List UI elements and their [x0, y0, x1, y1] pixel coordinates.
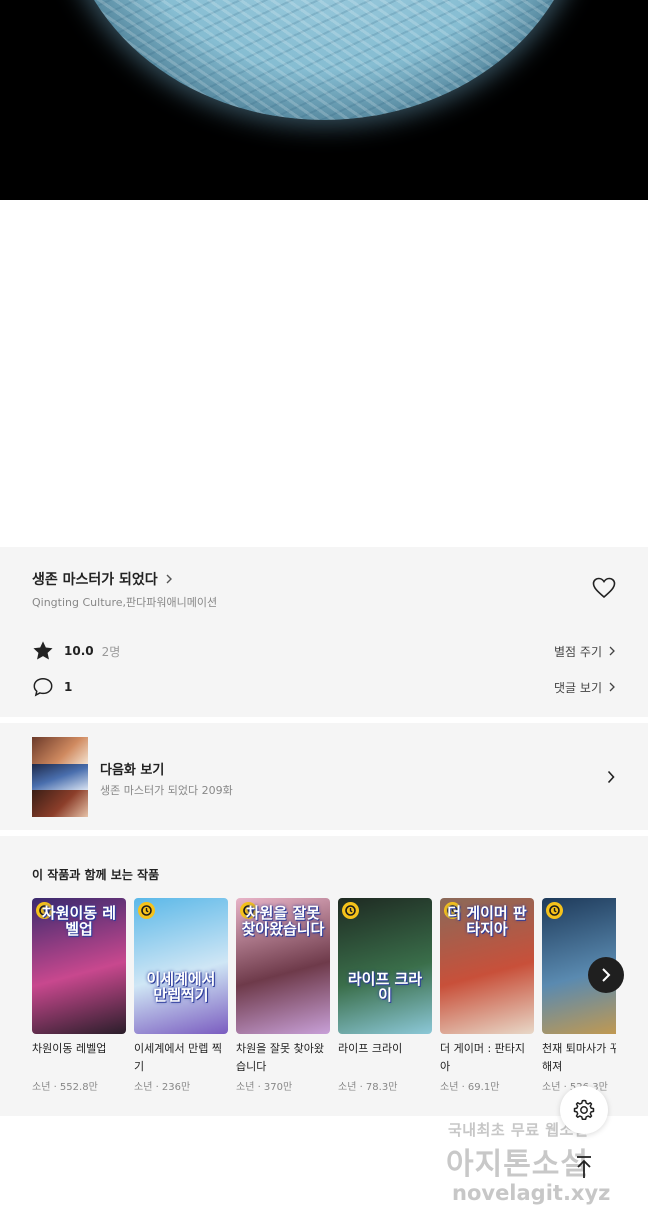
recommendations-heading: 이 작품과 함께 보는 작품 — [32, 868, 160, 882]
blue-orb-illustration — [64, 0, 584, 120]
rating-count: 2명 — [101, 644, 121, 659]
next-episode-title: 다음화 보기 — [100, 763, 165, 778]
recommendation-title: 더 게이머 : 판타지아 — [440, 1042, 526, 1073]
arrow-up-icon — [577, 1156, 591, 1178]
clock-icon — [342, 902, 359, 919]
comment-count: 1 — [64, 680, 73, 694]
recommendation-cover: 이세계에서 만렙찍기 — [134, 898, 228, 1034]
heart-icon[interactable] — [592, 577, 616, 599]
series-info-panel: 생존 마스터가 되었다 Qingting Culture,판다파워애니메이션 1… — [0, 547, 648, 717]
recommendation-cover-title: 차원을 잘못 찾아왔습니다 — [241, 904, 325, 938]
star-icon — [33, 641, 53, 660]
carousel-next-button[interactable] — [588, 957, 624, 993]
recommendation-title: 이세계에서 만렙 찍기 — [134, 1042, 222, 1073]
recommendation-cover: 차원을 잘못 찾아왔습니다 — [236, 898, 330, 1034]
clock-icon — [138, 902, 155, 919]
next-episode-subtitle: 생존 마스터가 되었다 209화 — [100, 784, 233, 797]
recommendation-card[interactable]: 더 게이머 판타지아더 게이머 : 판타지아소년 · 69.1만 — [440, 898, 534, 1093]
recommendation-cover: 차원이동 레벨업 — [32, 898, 126, 1034]
recommendation-meta: 소년 · 370만 — [236, 1082, 293, 1093]
recommendation-cover-title: 라이프 크라이 — [347, 970, 423, 1004]
recommendation-meta: 소년 · 78.3만 — [338, 1082, 398, 1093]
clock-icon — [546, 902, 563, 919]
recommendation-card[interactable]: 이세계에서 만렙찍기이세계에서 만렙 찍기소년 · 236만 — [134, 898, 228, 1093]
chevron-right-icon — [607, 770, 615, 784]
recommendation-cover-title: 더 게이머 판타지아 — [447, 904, 527, 938]
gear-icon — [573, 1099, 595, 1121]
settings-button[interactable] — [560, 1086, 608, 1134]
recommendation-meta: 소년 · 69.1만 — [440, 1082, 500, 1093]
recommendation-title: 천재 퇴마사가 꾸 강해져 — [542, 1042, 616, 1073]
recommendations-section: 이 작품과 함께 보는 작품 차원이동 레벨업 차원이동 레벨업 소년 · 552.… — [0, 836, 648, 1116]
recommendation-title: 차원을 잘못 찾아왔습니다 — [236, 1042, 324, 1073]
watermark-url: novelagit.xyz — [452, 1181, 611, 1205]
speech-bubble-icon — [33, 678, 53, 697]
rate-button[interactable]: 별점 주기 — [554, 643, 616, 660]
series-author: Qingting Culture,판다파워애니메이션 — [32, 596, 218, 609]
recommendation-cover: 더 게이머 판타지아 — [440, 898, 534, 1034]
chevron-right-icon — [609, 646, 615, 656]
recommendation-cover-title: 차원이동 레벨업 — [41, 904, 117, 938]
view-comments-label: 댓글 보기 — [554, 680, 602, 695]
chevron-right-icon — [609, 682, 615, 692]
chevron-right-icon — [166, 574, 172, 584]
view-comments-button[interactable]: 댓글 보기 — [554, 679, 616, 696]
recommendations-carousel: 차원이동 레벨업 차원이동 레벨업 소년 · 552.8만 이세계에서 만렙찍기 이세계… — [32, 898, 616, 1108]
recommendation-title: 차원이동 레벨업 — [32, 1042, 107, 1055]
scroll-top-button[interactable] — [567, 1150, 601, 1184]
comment-row: 1 댓글 보기 — [32, 675, 616, 699]
recommendation-title: 라이프 크라이 — [338, 1042, 403, 1055]
rate-button-label: 별점 주기 — [554, 644, 602, 659]
recommendation-card[interactable]: 차원이동 레벨업 차원이동 레벨업 소년 · 552.8만 — [32, 898, 126, 1093]
recommendation-card[interactable]: 천재 퇴마사가 꾸 강해져소년 · 526.3만 — [542, 898, 616, 1093]
recommendation-card[interactable]: 차원을 잘못 찾아왔습니다 차원을 잘못 찾아왔습니다 소년 · 370만 — [236, 898, 330, 1093]
episode-image — [0, 0, 648, 200]
recommendation-meta: 소년 · 236만 — [134, 1082, 191, 1093]
recommendation-card[interactable]: 라이프 크라이 라이프 크라이 소년 · 78.3만 — [338, 898, 432, 1093]
chevron-right-icon — [602, 968, 611, 982]
series-title-link[interactable]: 생존 마스터가 되었다 — [32, 569, 174, 589]
recommendation-cover-title: 이세계에서 만렙찍기 — [146, 970, 216, 1004]
series-title: 생존 마스터가 되었다 — [32, 572, 158, 588]
next-episode-thumbnail — [32, 737, 88, 817]
rating-value: 10.0 — [64, 644, 94, 658]
rating-row: 10.0 2명 별점 주기 — [32, 639, 616, 663]
recommendation-meta: 소년 · 552.8만 — [32, 1082, 98, 1093]
next-episode-card[interactable]: 다음화 보기 생존 마스터가 되었다 209화 — [0, 723, 648, 830]
episode-image-blank — [0, 200, 648, 547]
recommendation-cover: 라이프 크라이 — [338, 898, 432, 1034]
